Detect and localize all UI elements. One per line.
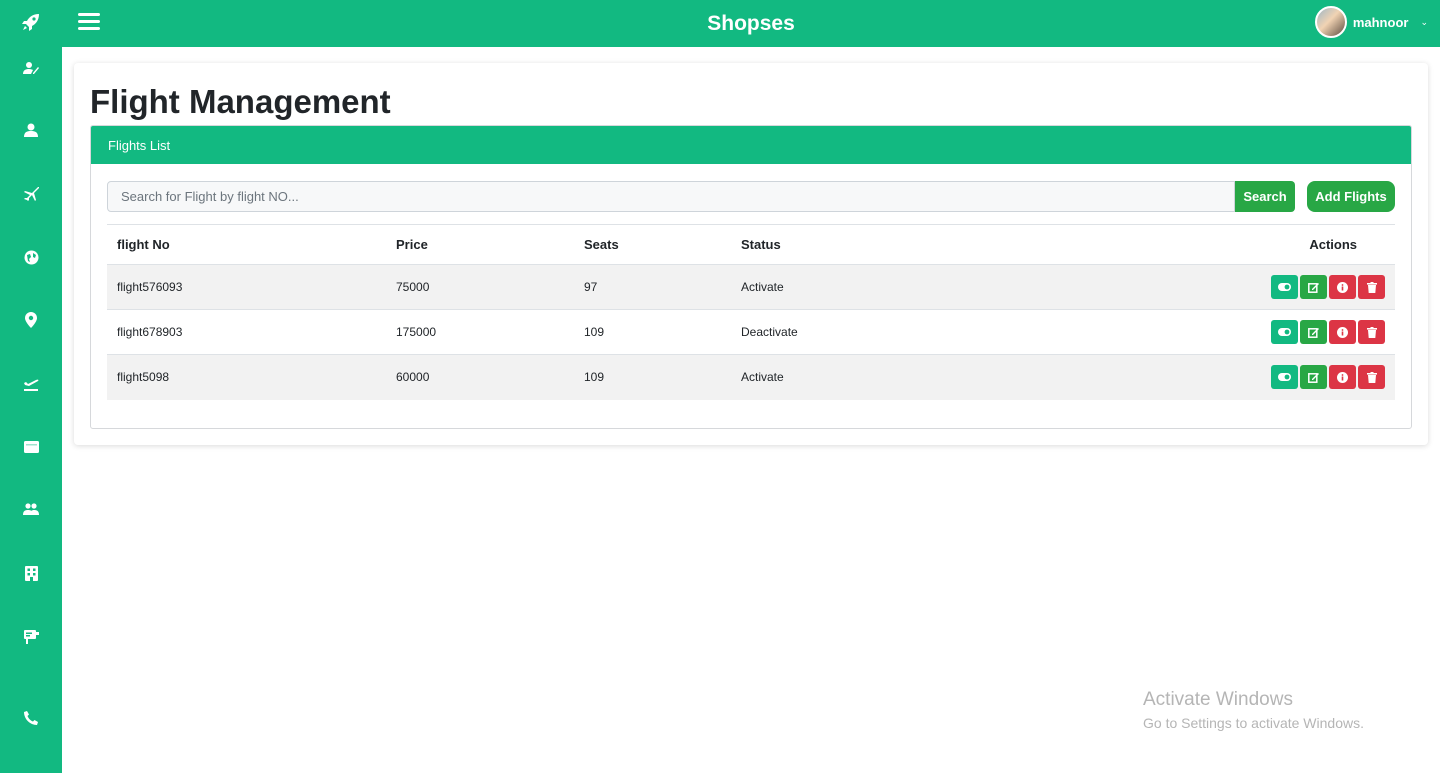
edit-icon — [1308, 282, 1319, 293]
phone-icon[interactable] — [21, 708, 41, 728]
rocket-icon[interactable] — [21, 12, 41, 32]
avatar[interactable] — [1314, 6, 1347, 38]
col-header-actions: Actions — [1309, 237, 1357, 252]
cell-price: 175000 — [386, 309, 574, 355]
cell-actions — [1031, 354, 1395, 400]
toggle-status-button[interactable] — [1271, 365, 1298, 390]
table-row: flight576093 75000 97 Activate — [107, 264, 1395, 310]
col-header-seats: Seats — [584, 237, 619, 252]
add-flights-button[interactable]: Add Flights — [1307, 181, 1395, 212]
col-header-status: Status — [741, 237, 781, 252]
watermark-subtitle: Go to Settings to activate Windows. — [1143, 715, 1364, 731]
info-button[interactable] — [1329, 275, 1356, 299]
page-title: Flight Management — [90, 83, 391, 120]
search-button[interactable]: Search — [1235, 181, 1295, 212]
table-header-row: flight No Price Seats Status Actions — [107, 224, 1395, 265]
sign-icon[interactable] — [21, 626, 41, 646]
info-icon — [1337, 281, 1348, 293]
cell-status: Activate — [731, 354, 1031, 400]
info-button[interactable] — [1329, 365, 1356, 390]
col-header-price: Price — [396, 237, 428, 252]
cell-status: Deactivate — [731, 309, 1031, 355]
cell-flight-no: flight576093 — [107, 264, 386, 310]
ticket-icon[interactable] — [21, 437, 41, 457]
delete-button[interactable] — [1358, 275, 1385, 299]
cell-actions — [1031, 264, 1395, 310]
info-icon — [1337, 326, 1348, 338]
windows-activation-watermark: Activate Windows Go to Settings to activ… — [1143, 689, 1364, 731]
table-row: flight5098 60000 109 Activate — [107, 354, 1395, 400]
toggle-status-button[interactable] — [1271, 320, 1298, 344]
user-icon[interactable] — [21, 120, 41, 140]
edit-icon — [1308, 372, 1319, 383]
edit-button[interactable] — [1300, 365, 1327, 390]
cell-flight-no: flight678903 — [107, 309, 386, 355]
trash-icon — [1366, 326, 1377, 338]
trash-icon — [1366, 281, 1377, 293]
search-input[interactable] — [107, 181, 1235, 212]
plane-icon[interactable] — [21, 184, 41, 204]
map-marker-icon[interactable] — [21, 310, 41, 330]
watermark-title: Activate Windows — [1143, 689, 1293, 710]
flights-panel: Flights List Search Add Flights flight N… — [90, 125, 1412, 429]
delete-button[interactable] — [1358, 320, 1385, 344]
cell-status: Activate — [731, 264, 1031, 310]
username: mahnoor — [1352, 14, 1409, 30]
cell-flight-no: flight5098 — [107, 354, 386, 400]
toggle-icon — [1278, 283, 1291, 291]
top-navbar: Shopses mahnoor ⌄ — [62, 0, 1440, 47]
table-row: flight678903 175000 109 Deactivate — [107, 309, 1395, 355]
trash-icon — [1366, 371, 1377, 383]
toggle-icon — [1278, 328, 1291, 336]
cell-price: 75000 — [386, 264, 574, 310]
chevron-down-icon[interactable]: ⌄ — [1420, 17, 1428, 28]
flights-table: flight No Price Seats Status Actions fli… — [107, 224, 1395, 400]
brand-title: Shopses — [707, 12, 795, 35]
user-edit-icon[interactable] — [21, 58, 41, 78]
plane-departure-icon[interactable] — [21, 374, 41, 394]
users-icon[interactable] — [21, 499, 41, 519]
cell-actions — [1031, 309, 1395, 355]
delete-button[interactable] — [1358, 365, 1385, 390]
user-menu[interactable]: mahnoor ⌄ — [1314, 5, 1428, 39]
sidebar — [0, 0, 62, 773]
edit-button[interactable] — [1300, 320, 1327, 344]
main-card: Flight Management Flights List Search Ad… — [74, 63, 1428, 445]
col-header-flight-no: flight No — [117, 237, 170, 252]
cell-seats: 109 — [574, 354, 731, 400]
edit-icon — [1308, 327, 1319, 338]
toggle-icon — [1278, 373, 1291, 382]
globe-icon[interactable] — [21, 247, 41, 267]
search-row: Search Add Flights — [107, 181, 1395, 212]
cell-price: 60000 — [386, 354, 574, 400]
panel-header: Flights List — [91, 126, 1411, 164]
building-icon[interactable] — [21, 563, 41, 583]
edit-button[interactable] — [1300, 275, 1327, 299]
cell-seats: 97 — [574, 264, 731, 310]
info-icon — [1337, 371, 1348, 383]
cell-seats: 109 — [574, 309, 731, 355]
info-button[interactable] — [1329, 320, 1356, 344]
toggle-status-button[interactable] — [1271, 275, 1298, 299]
